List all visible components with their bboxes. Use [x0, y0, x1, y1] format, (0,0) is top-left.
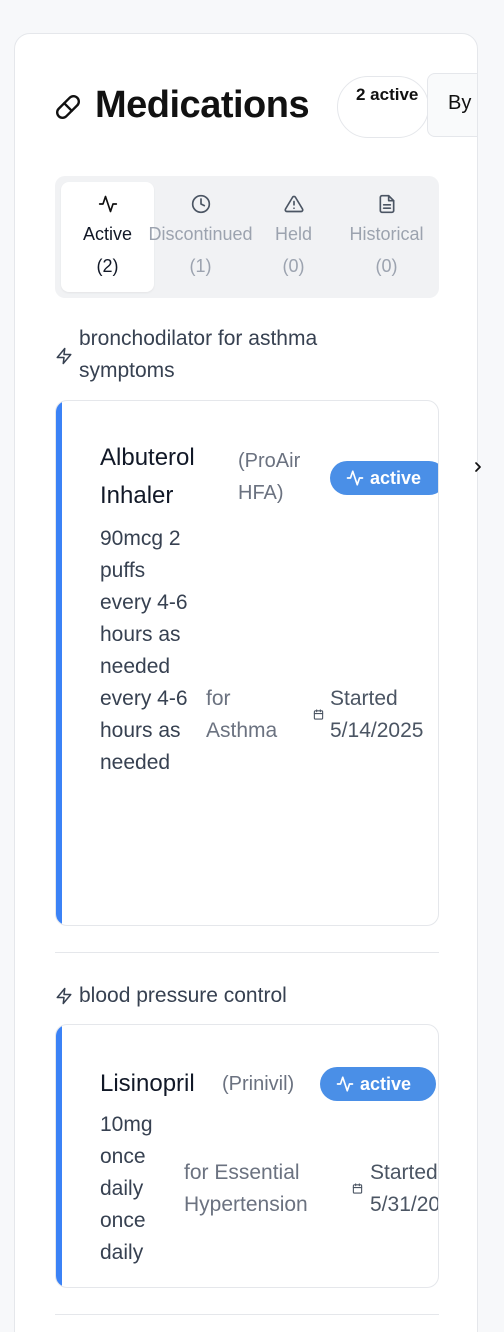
tab-label: Discontinued [148, 224, 253, 244]
tab-discontinued[interactable]: Discontinued (1) [148, 182, 253, 292]
tab-count: (2) [96, 256, 119, 276]
card-accent-bar [56, 401, 62, 925]
tab-active[interactable]: Active (2) [61, 182, 154, 292]
medication-card[interactable]: Albuterol Inhaler (ProAir HFA) active 90… [55, 400, 439, 926]
activity-icon [336, 1076, 354, 1092]
status-badge-label: active [360, 1074, 412, 1094]
status-tabs: Active (2) Discontinued (1) Held (0) His… [55, 176, 439, 298]
group-title-text: bronchodilator for asthma symptoms [79, 327, 318, 382]
medication-start-date: Started 5/31/2025 [370, 1161, 439, 1216]
medication-start-date: Started 5/14/2025 [330, 687, 424, 742]
medications-panel: Medications 2 active By Pr Active (2) Di… [14, 33, 478, 1332]
page-title: Medications [95, 84, 310, 126]
group-title-text: blood pressure control [79, 984, 287, 1007]
card-accent-bar [56, 1025, 62, 1287]
activity-icon [346, 470, 364, 486]
medication-card[interactable]: Lisinopril (Prinivil) active 10mg once d… [55, 1024, 439, 1288]
status-badge-label: active [370, 468, 422, 488]
medication-brand: (ProAir HFA) [238, 450, 301, 504]
zap-icon [56, 347, 72, 365]
tab-label: Active [82, 224, 133, 244]
tab-count: (0) [282, 256, 305, 276]
alert-triangle-icon [283, 195, 304, 213]
group-title: blood pressure control [55, 980, 395, 1012]
tab-label: Historical [349, 224, 424, 244]
group-divider [55, 1314, 439, 1315]
zap-icon [56, 987, 72, 1005]
tab-held[interactable]: Held (0) [247, 182, 340, 292]
sort-by-button[interactable]: By Pr [427, 73, 477, 137]
medication-dose: 10mg once daily once daily [100, 1113, 153, 1264]
calendar-icon [352, 1183, 363, 1194]
chevron-right-icon[interactable] [470, 458, 486, 476]
status-badge: active [330, 461, 438, 495]
medication-dose: 90mcg 2 puffs every 4-6 hours as needed … [100, 527, 188, 774]
active-count-badge: 2 active [337, 76, 429, 138]
clock-icon [191, 194, 210, 214]
calendar-icon [313, 709, 324, 720]
tab-count: (1) [189, 256, 212, 276]
tab-label: Held [274, 224, 313, 244]
medication-indication: for Essential Hypertension [184, 1161, 308, 1216]
medication-name: Albuterol Inhaler [100, 444, 195, 509]
activity-icon [98, 195, 117, 213]
medication-name: Lisinopril [100, 1070, 195, 1097]
medication-brand: (Prinivil) [222, 1073, 295, 1095]
pill-icon [56, 95, 80, 119]
panel-header: Medications 2 active By Pr [55, 73, 477, 138]
file-text-icon [379, 194, 394, 214]
status-badge: active [320, 1067, 436, 1101]
group-divider [55, 952, 439, 953]
tab-historical[interactable]: Historical (0) [340, 182, 433, 292]
group-title: bronchodilator for asthma symptoms [55, 323, 395, 387]
tab-count: (0) [375, 256, 398, 276]
medication-indication: for Asthma [206, 687, 278, 742]
